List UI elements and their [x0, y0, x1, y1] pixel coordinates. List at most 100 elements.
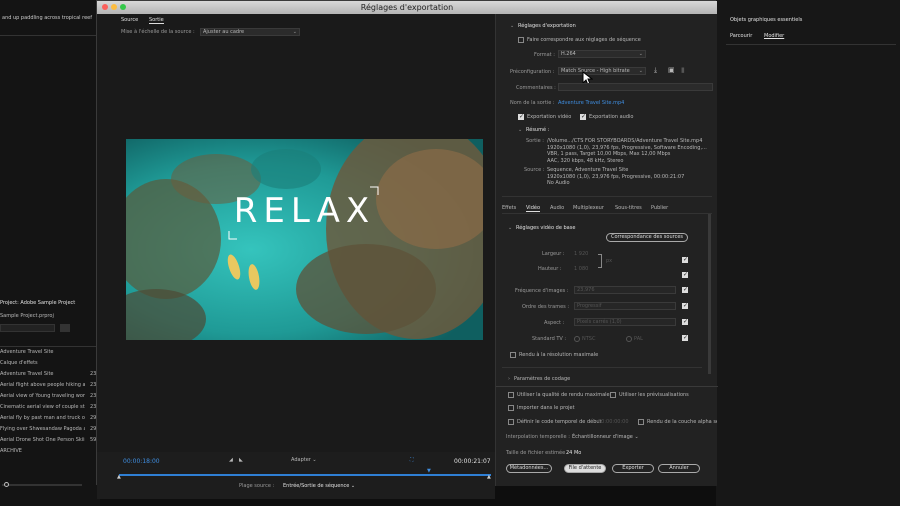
list-item-name: Adventure Travel Site	[0, 349, 54, 355]
export-video-checkbox[interactable]	[518, 113, 524, 120]
zoom-slider[interactable]	[2, 482, 82, 487]
scale-label: Mise à l'échelle de la source :	[121, 29, 195, 35]
list-item-name: Cinematic aerial view of couple sta	[0, 404, 85, 410]
width-match-checkbox[interactable]	[682, 256, 688, 263]
list-item[interactable]: Aerial Drone Shot One Person Skiin59,94 …	[0, 437, 113, 445]
export-video-label: Exportation vidéo	[527, 114, 572, 120]
field-order-select[interactable]: Progressif	[574, 302, 676, 310]
tab-effects[interactable]: Effets	[502, 205, 516, 211]
field-order-value: Progressif	[577, 303, 602, 309]
list-item[interactable]: Calque d'effets	[0, 360, 96, 368]
list-item[interactable]: Aerial view of Young traveling wom23,976…	[0, 393, 117, 401]
current-timecode[interactable]: 00:00:18:00	[123, 458, 160, 465]
match-sequence-checkbox[interactable]	[518, 37, 524, 43]
list-item[interactable]: Aerial fly by past man and truck on29,97…	[0, 415, 113, 423]
import-preset-icon[interactable]: ▣	[668, 66, 675, 74]
list-item[interactable]: Flying over Shwesandaw Pagoda a29,97 fps	[0, 426, 113, 434]
list-item[interactable]: ARCHIVE	[0, 448, 96, 456]
export-audio-label: Exportation audio	[589, 114, 634, 120]
delete-preset-icon[interactable]: ▮	[681, 66, 685, 74]
output-name-link[interactable]: Adventure Travel Site.mp4	[558, 100, 624, 106]
import-project-checkbox[interactable]	[508, 405, 514, 411]
format-select[interactable]: H.264 ⌄	[558, 50, 646, 58]
timeline-range-bar[interactable]	[119, 474, 491, 476]
collapse-video-icon[interactable]: ⌄	[508, 225, 512, 231]
output-name-label: Nom de la sortie :	[510, 100, 555, 106]
tab-browse[interactable]: Parcourir	[730, 33, 752, 39]
export-button[interactable]: Exporter	[612, 464, 654, 473]
preset-value: Match Source - High bitrate	[561, 68, 630, 74]
tab-edit[interactable]: Modifier	[764, 33, 784, 39]
metadata-button[interactable]: Métadonnées...	[506, 464, 552, 473]
out-point-handle[interactable]: ▲	[487, 474, 491, 480]
aspect-match-checkbox[interactable]	[682, 318, 688, 325]
export-audio-checkbox[interactable]	[580, 113, 586, 120]
export-settings-dialog: Réglages d'exportation Source Sortie Mis…	[96, 0, 718, 499]
playhead[interactable]: ▼	[427, 468, 431, 474]
collapse-summary-icon[interactable]: ⌄	[518, 127, 522, 133]
frame-rate-select[interactable]: 23,976	[574, 286, 676, 294]
scale-select[interactable]: Ajuster au cadre ⌄	[200, 28, 300, 36]
list-item[interactable]: Aerial flight above people hiking al23,9…	[0, 382, 117, 390]
tab-publish[interactable]: Publier	[651, 205, 668, 211]
tab-output[interactable]: Sortie	[149, 17, 164, 24]
new-bin-icon[interactable]	[60, 324, 70, 332]
comments-label: Commentaires :	[516, 85, 556, 91]
pal-radio[interactable]	[626, 336, 632, 342]
mark-out-icon[interactable]: ◣	[239, 457, 243, 463]
settings-scrollbar[interactable]	[708, 214, 711, 374]
start-tc-value[interactable]: 00:00:00:00	[598, 419, 629, 425]
in-point-handle[interactable]: ▲	[117, 474, 121, 480]
tab-video[interactable]: Vidéo	[526, 205, 541, 212]
preset-select[interactable]: Match Source - High bitrate ⌄	[558, 67, 646, 75]
divider	[726, 44, 896, 45]
range-select[interactable]: Entrée/Sortie de séquence ⌄	[283, 483, 355, 489]
interpolation-select[interactable]: Échantillonneur d'image ⌄	[572, 434, 639, 440]
max-quality-label: Utiliser la qualité de rendu maximale	[517, 392, 610, 398]
use-previews-checkbox[interactable]	[610, 392, 616, 398]
list-item-name: Aerial view of Young traveling wom	[0, 393, 85, 399]
project-tab[interactable]: Project: Adobe Sample Project	[0, 300, 75, 306]
summary-output-text: /Volume.../CTS FOR STORYBOARDS/Adventure…	[547, 138, 707, 164]
aspect-select[interactable]: Pixels carrés (1,0)	[574, 318, 676, 326]
tab-multiplexer[interactable]: Multiplexeur	[573, 205, 604, 211]
summary-output-label: Sortie :	[526, 138, 544, 144]
height-value[interactable]: 1 080	[574, 266, 588, 272]
summary-source-label: Source :	[524, 167, 545, 173]
match-source-button[interactable]: Correspondance des sources	[606, 233, 688, 242]
width-value[interactable]: 1 920	[574, 251, 588, 257]
cancel-button[interactable]: Annuler	[658, 464, 700, 473]
fit-select[interactable]: Adapter ⌄	[291, 457, 317, 463]
sequence-clip-title: and up paddling across tropical reef	[2, 15, 93, 21]
frame-rate-match-checkbox[interactable]	[682, 286, 688, 293]
collapse-export-icon[interactable]: ⌄	[510, 23, 514, 29]
divider	[496, 386, 718, 387]
alpha-only-label: Rendu de la couche alpha se	[647, 419, 717, 425]
scale-value: Ajuster au cadre	[203, 29, 245, 35]
ntsc-radio[interactable]	[574, 336, 580, 342]
zoom-slider-handle[interactable]	[4, 482, 9, 487]
divider	[502, 367, 702, 368]
list-item[interactable]: Adventure Travel Site	[0, 349, 96, 357]
tv-standard-match-checkbox[interactable]	[682, 334, 688, 341]
save-preset-icon[interactable]: ⤓	[654, 66, 657, 75]
height-match-checkbox[interactable]	[682, 271, 688, 278]
alpha-only-checkbox[interactable]	[638, 419, 644, 425]
set-range-icon[interactable]: ⛶	[410, 457, 414, 463]
list-item[interactable]: Adventure Travel Site23,976 fps	[0, 371, 117, 379]
tab-audio[interactable]: Audio	[550, 205, 564, 211]
field-order-match-checkbox[interactable]	[682, 302, 688, 309]
tab-captions[interactable]: Sous-titres	[615, 205, 642, 211]
max-quality-checkbox[interactable]	[508, 392, 514, 398]
tab-source[interactable]: Source	[121, 17, 138, 23]
list-item[interactable]: Cinematic aerial view of couple sta23,97…	[0, 404, 117, 412]
comments-input[interactable]	[558, 83, 713, 91]
import-project-label: Importer dans le projet	[517, 405, 575, 411]
expand-encoding-icon[interactable]: ›	[508, 376, 510, 382]
queue-button[interactable]: File d'attente	[564, 464, 606, 473]
max-depth-checkbox[interactable]	[510, 352, 516, 358]
link-dimensions-icon[interactable]	[598, 254, 602, 268]
set-start-tc-checkbox[interactable]	[508, 419, 514, 425]
mark-in-icon[interactable]: ◢	[229, 457, 233, 463]
project-search-input[interactable]	[0, 324, 55, 332]
